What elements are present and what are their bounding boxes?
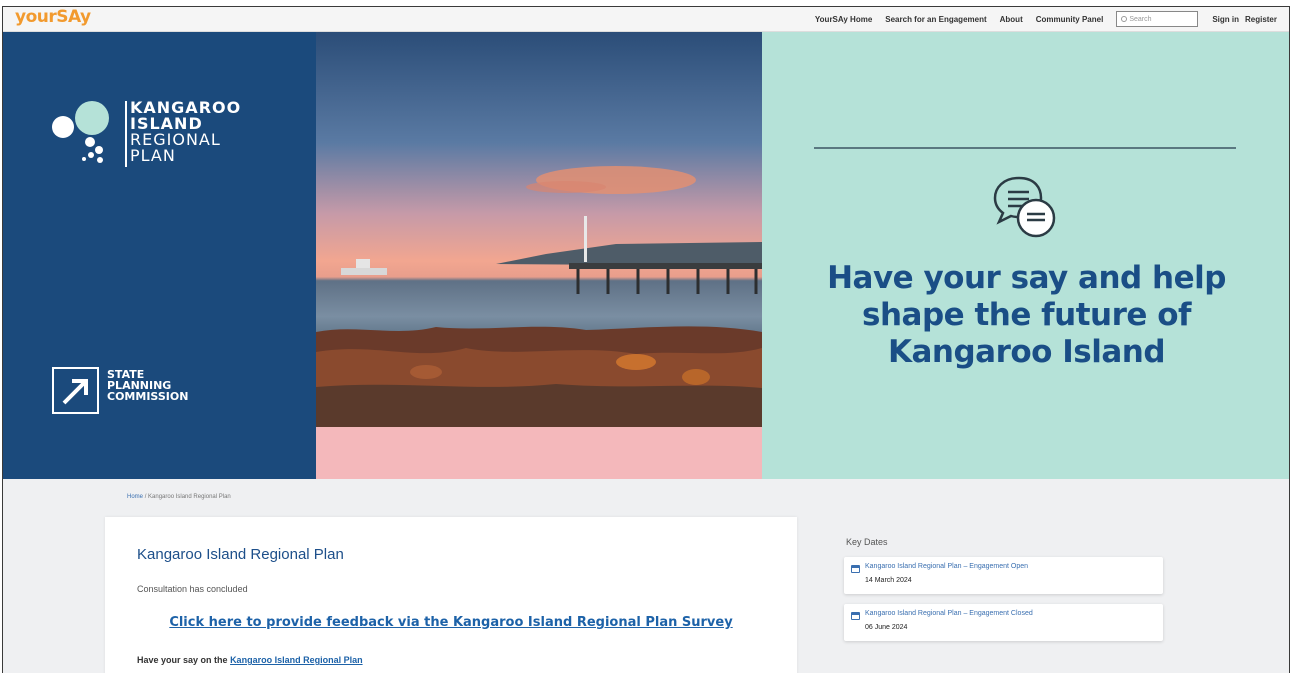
commission-line: COMMISSION [107, 390, 189, 403]
jetty-scene-illustration [316, 166, 762, 427]
key-date-label[interactable]: Kangaroo Island Regional Plan – Engageme… [865, 610, 1033, 617]
planning-commission-arrow-icon [52, 367, 99, 414]
hero-headline-panel: Have your say and help shape the future … [762, 32, 1289, 479]
headline-line: Have your say and help [827, 260, 1226, 296]
hero-pink-strip [316, 427, 762, 479]
breadcrumb: Home / Kangaroo Island Regional Plan [127, 494, 231, 500]
search-input[interactable]: Search [1116, 11, 1199, 27]
headline-divider [814, 147, 1236, 149]
register-link[interactable]: Register [1245, 15, 1277, 24]
page-title: Kangaroo Island Regional Plan [137, 546, 344, 563]
page-frame: yourSAy YourSAy Home Search for an Engag… [2, 6, 1290, 673]
calendar-icon [851, 565, 860, 573]
regional-plan-logo-icon [52, 101, 109, 163]
nav-search-engagement[interactable]: Search for an Engagement [885, 15, 986, 24]
calendar-icon [851, 612, 860, 620]
search-icon [1121, 16, 1128, 22]
yoursay-logo[interactable]: yourSAy [15, 7, 91, 27]
key-date-value: 06 June 2024 [865, 624, 908, 631]
headline-line: shape the future of [862, 297, 1192, 333]
key-date-card: Kangaroo Island Regional Plan – Engageme… [844, 604, 1163, 641]
have-your-say-text: Have your say on the Kangaroo Island Reg… [137, 655, 363, 665]
breadcrumb-current: Kangaroo Island Regional Plan [148, 494, 231, 500]
sign-in-link[interactable]: Sign in [1212, 15, 1239, 24]
nav-about[interactable]: About [1000, 15, 1023, 24]
hero-headline: Have your say and help shape the future … [762, 260, 1289, 371]
regional-plan-wordmark: KANGAROO ISLAND REGIONAL PLAN [130, 100, 241, 164]
key-dates-heading: Key Dates [846, 537, 888, 547]
breadcrumb-separator: / [144, 494, 147, 500]
regional-plan-link[interactable]: Kangaroo Island Regional Plan [230, 655, 363, 665]
search-placeholder: Search [1129, 15, 1152, 23]
headline-line: Kangaroo Island [887, 334, 1166, 370]
key-date-value: 14 March 2024 [865, 577, 912, 584]
consultation-status: Consultation has concluded [137, 584, 248, 594]
logo-divider [125, 101, 127, 167]
planning-commission-wordmark: STATE PLANNING COMMISSION [107, 369, 188, 402]
kangaroo-island-jetty-photo [316, 32, 762, 427]
top-nav: YourSAy Home Search for an Engagement Ab… [802, 11, 1277, 27]
breadcrumb-home[interactable]: Home [127, 494, 143, 500]
chat-bubbles-icon [993, 176, 1056, 238]
key-date-label[interactable]: Kangaroo Island Regional Plan – Engageme… [865, 563, 1028, 570]
key-date-card: Kangaroo Island Regional Plan – Engageme… [844, 557, 1163, 594]
nav-community-panel[interactable]: Community Panel [1036, 15, 1104, 24]
hero-banner: KANGAROO ISLAND REGIONAL PLAN STATE PLAN… [3, 32, 1289, 479]
top-bar: yourSAy YourSAy Home Search for an Engag… [3, 7, 1289, 32]
wordmark-line: PLAN [130, 146, 176, 165]
survey-feedback-link[interactable]: Click here to provide feedback via the K… [105, 615, 797, 630]
have-say-prefix: Have your say on the [137, 655, 228, 665]
nav-yoursay-home[interactable]: YourSAy Home [815, 15, 872, 24]
engagement-card: Kangaroo Island Regional Plan Consultati… [105, 517, 797, 673]
hero-logo-panel: KANGAROO ISLAND REGIONAL PLAN STATE PLAN… [3, 32, 316, 479]
